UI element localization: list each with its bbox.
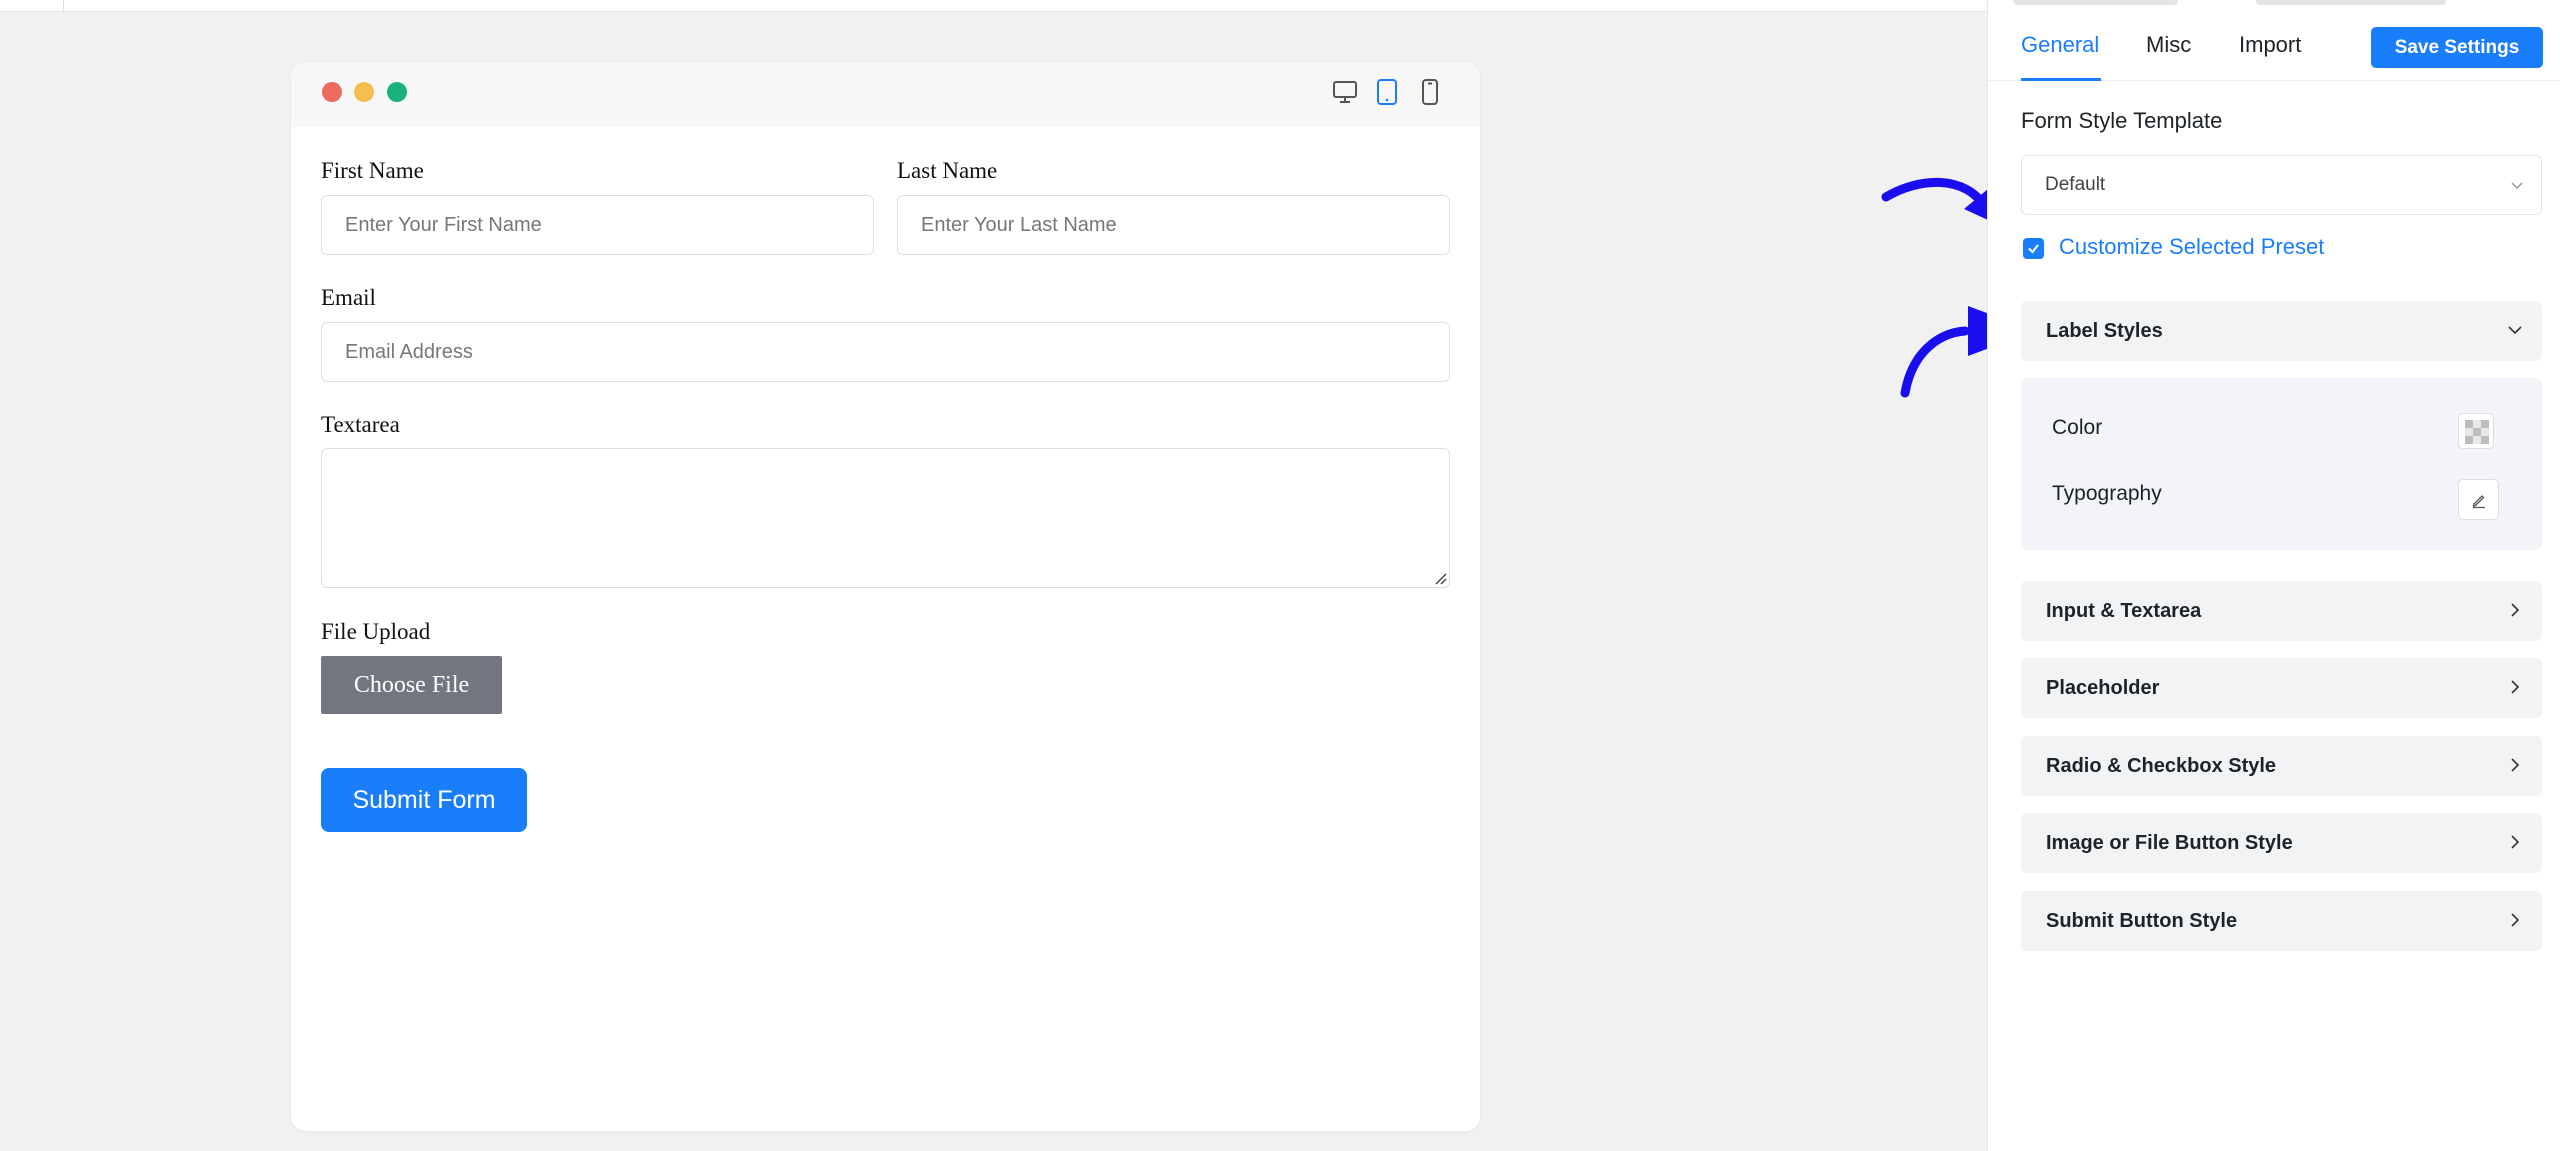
tab-misc[interactable]: Misc bbox=[2146, 32, 2191, 58]
top-strip bbox=[0, 0, 1987, 12]
tab-general[interactable]: General bbox=[2021, 32, 2099, 58]
save-settings-button[interactable]: Save Settings bbox=[2371, 27, 2543, 68]
color-label: Color bbox=[2052, 416, 2103, 439]
tab-import[interactable]: Import bbox=[2239, 32, 2301, 58]
window-maximize-dot bbox=[387, 82, 407, 102]
chevron-right-icon bbox=[2511, 603, 2520, 617]
chevron-right-icon bbox=[2511, 758, 2520, 772]
email-label: Email bbox=[321, 285, 376, 310]
active-tab-indicator bbox=[2021, 78, 2101, 81]
template-select-value: Default bbox=[2045, 174, 2106, 195]
transparent-swatch-icon bbox=[2465, 420, 2489, 444]
customize-preset-label[interactable]: Customize Selected Preset bbox=[2059, 234, 2324, 260]
form-style-template-title: Form Style Template bbox=[2021, 108, 2223, 133]
accordion-label: Submit Button Style bbox=[2046, 909, 2238, 932]
chevron-down-icon bbox=[2508, 326, 2522, 335]
chevron-right-icon bbox=[2511, 835, 2520, 849]
preview-toolbar bbox=[291, 62, 1480, 127]
chevron-down-icon bbox=[2511, 182, 2523, 190]
checkmark-icon bbox=[2028, 244, 2039, 254]
textarea-label: Textarea bbox=[321, 412, 400, 437]
first-name-label: First Name bbox=[321, 158, 424, 183]
mobile-icon[interactable] bbox=[1414, 76, 1446, 108]
window-minimize-dot bbox=[354, 82, 374, 102]
accordion-label: Radio & Checkbox Style bbox=[2046, 754, 2277, 777]
submit-form-button[interactable]: Submit Form bbox=[321, 768, 527, 832]
color-picker-swatch[interactable] bbox=[2458, 413, 2494, 449]
accordion-label: Input & Textarea bbox=[2046, 599, 2202, 622]
template-select[interactable]: Default bbox=[2021, 155, 2542, 215]
file-upload-label: File Upload bbox=[321, 619, 431, 644]
label-styles-content: Color Typography bbox=[2021, 378, 2542, 550]
form-preview-card: First Name Enter Your First Name Last Na… bbox=[291, 62, 1480, 1131]
email-input[interactable]: Email Address bbox=[321, 322, 1450, 382]
choose-file-button[interactable]: Choose File bbox=[321, 656, 502, 714]
accordion-label: Label Styles bbox=[2046, 319, 2163, 342]
last-name-input[interactable]: Enter Your Last Name bbox=[897, 195, 1450, 255]
accordion-radio-checkbox[interactable]: Radio & Checkbox Style bbox=[2021, 736, 2542, 796]
tablet-icon[interactable] bbox=[1371, 76, 1403, 108]
pencil-icon bbox=[2472, 494, 2485, 508]
settings-tabs: General Misc Import Save Settings bbox=[1988, 0, 2560, 81]
divider bbox=[63, 0, 64, 12]
accordion-label-styles[interactable]: Label Styles bbox=[2021, 301, 2542, 361]
accordion-image-file-button[interactable]: Image or File Button Style bbox=[2021, 813, 2542, 873]
last-name-label: Last Name bbox=[897, 158, 998, 183]
chevron-right-icon bbox=[2511, 680, 2520, 694]
accordion-submit-button[interactable]: Submit Button Style bbox=[2021, 891, 2542, 951]
accordion-label: Image or File Button Style bbox=[2046, 831, 2293, 854]
customize-checkbox[interactable] bbox=[2023, 238, 2044, 259]
accordion-placeholder[interactable]: Placeholder bbox=[2021, 658, 2542, 718]
accordion-input-textarea[interactable]: Input & Textarea bbox=[2021, 581, 2542, 641]
typography-edit-button[interactable] bbox=[2458, 479, 2499, 520]
resize-handle-icon[interactable] bbox=[1433, 571, 1447, 585]
window-close-dot bbox=[322, 82, 342, 102]
accordion-label: Placeholder bbox=[2046, 676, 2160, 699]
chevron-right-icon bbox=[2511, 913, 2520, 927]
desktop-icon[interactable] bbox=[1329, 76, 1361, 108]
first-name-input[interactable]: Enter Your First Name bbox=[321, 195, 874, 255]
typography-label: Typography bbox=[2052, 482, 2162, 505]
settings-panel: General Misc Import Save Settings Form S… bbox=[1987, 0, 2560, 1151]
textarea-input[interactable] bbox=[321, 448, 1450, 588]
